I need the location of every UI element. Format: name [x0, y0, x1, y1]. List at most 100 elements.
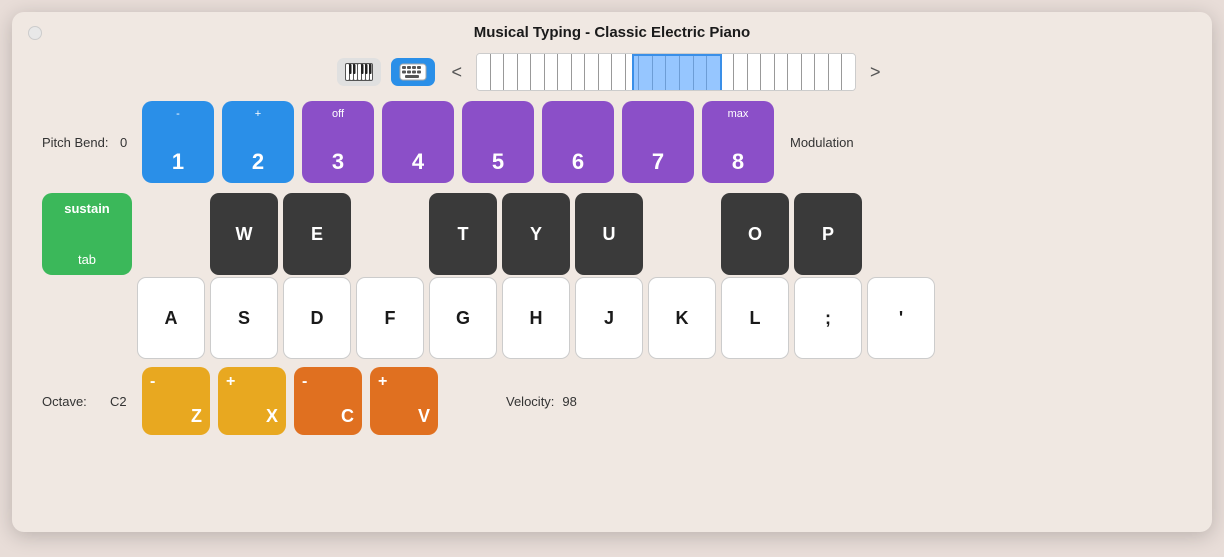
- spacer-f: [356, 193, 424, 275]
- key-e[interactable]: E: [283, 193, 351, 275]
- white-key: [490, 54, 504, 91]
- white-key: [733, 54, 747, 91]
- key-j[interactable]: J: [575, 277, 643, 359]
- octave-key-c[interactable]: - C: [294, 367, 362, 435]
- nav-right-button[interactable]: >: [864, 60, 887, 85]
- toolbar: <: [12, 49, 1212, 101]
- pitch-bend-key-6[interactable]: 6: [542, 101, 614, 183]
- pitch-key-1-bottom: 1: [172, 149, 184, 175]
- nav-left-button[interactable]: <: [445, 60, 468, 85]
- octave-key-x[interactable]: + X: [218, 367, 286, 435]
- white-key: [814, 54, 828, 91]
- oct-x-top: +: [226, 373, 235, 391]
- piano-nav: <: [445, 53, 886, 91]
- title-bar: Musical Typing - Classic Electric Piano: [12, 12, 1212, 49]
- octave-value: C2: [110, 394, 134, 409]
- main-content: Pitch Bend: 0 - 1 + 2 off 3 4: [12, 101, 1212, 435]
- velocity-section: Velocity: 98: [506, 394, 577, 409]
- white-keys-row: A S D F G H J K L ; ': [42, 277, 1182, 359]
- oct-x-bottom: X: [266, 406, 278, 427]
- key-apostrophe[interactable]: ': [867, 277, 935, 359]
- pitch-key-7-bottom: 7: [652, 149, 664, 175]
- white-key: [584, 54, 598, 91]
- pitch-bend-key-7[interactable]: 7: [622, 101, 694, 183]
- pitch-key-2-bottom: 2: [252, 149, 264, 175]
- spacer-quote: [867, 193, 935, 275]
- pitch-bend-label: Pitch Bend:: [42, 135, 112, 150]
- sustain-bottom-label: tab: [78, 252, 96, 267]
- pitch-bend-key-8[interactable]: max 8: [702, 101, 774, 183]
- black-keys-row: sustain tab W E T Y U O P: [42, 193, 1182, 275]
- oct-z-bottom: Z: [191, 406, 202, 427]
- pitch-key-8-bottom: 8: [732, 149, 744, 175]
- key-f[interactable]: F: [356, 277, 424, 359]
- octave-label: Octave:: [42, 394, 102, 409]
- piano-highlight: [632, 54, 722, 91]
- pitch-key-6-bottom: 6: [572, 149, 584, 175]
- white-key: [760, 54, 774, 91]
- key-w[interactable]: W: [210, 193, 278, 275]
- key-o[interactable]: O: [721, 193, 789, 275]
- white-key: [747, 54, 761, 91]
- traffic-light[interactable]: [28, 26, 42, 40]
- white-key: [530, 54, 544, 91]
- keyboard-icon: [399, 63, 427, 81]
- octave-key-z[interactable]: - Z: [142, 367, 210, 435]
- white-key: [611, 54, 625, 91]
- key-a[interactable]: A: [137, 277, 205, 359]
- white-key: [774, 54, 788, 91]
- pitch-bend-key-5[interactable]: 5: [462, 101, 534, 183]
- piano-view-button[interactable]: [337, 58, 381, 86]
- key-h[interactable]: H: [502, 277, 570, 359]
- white-key: [544, 54, 558, 91]
- pitch-key-5-bottom: 5: [492, 149, 504, 175]
- white-key: [517, 54, 531, 91]
- velocity-label: Velocity:: [506, 394, 554, 409]
- white-key: [787, 54, 801, 91]
- key-d[interactable]: D: [283, 277, 351, 359]
- keyboard-view-button[interactable]: [391, 58, 435, 86]
- pitch-key-4-bottom: 4: [412, 149, 424, 175]
- octave-row: Octave: C2 - Z + X - C + V: [42, 367, 1182, 435]
- white-key: [571, 54, 585, 91]
- oct-z-top: -: [150, 373, 155, 391]
- white-key: [828, 54, 842, 91]
- key-l[interactable]: L: [721, 277, 789, 359]
- pitch-bend-key-2[interactable]: + 2: [222, 101, 294, 183]
- pitch-bend-key-1[interactable]: - 1: [142, 101, 214, 183]
- key-k[interactable]: K: [648, 277, 716, 359]
- pitch-key-2-top: +: [222, 108, 294, 120]
- pitch-bend-row: Pitch Bend: 0 - 1 + 2 off 3 4: [42, 101, 1182, 183]
- pitch-key-8-top: max: [702, 108, 774, 120]
- pitch-bend-value: 0: [120, 135, 134, 150]
- oct-c-top: -: [302, 373, 307, 391]
- oct-c-bottom: C: [341, 406, 354, 427]
- piano-strip: [476, 53, 856, 91]
- key-y[interactable]: Y: [502, 193, 570, 275]
- white-key: [598, 54, 612, 91]
- spacer-a: [137, 193, 205, 275]
- key-t[interactable]: T: [429, 193, 497, 275]
- velocity-value: 98: [562, 394, 576, 409]
- key-semicolon[interactable]: ;: [794, 277, 862, 359]
- modulation-label: Modulation: [790, 135, 854, 150]
- window-title: Musical Typing - Classic Electric Piano: [474, 24, 750, 41]
- key-u[interactable]: U: [575, 193, 643, 275]
- white-key: [557, 54, 571, 91]
- oct-v-bottom: V: [418, 406, 430, 427]
- pitch-key-1-top: -: [142, 108, 214, 120]
- sustain-top-label: sustain: [64, 201, 110, 216]
- white-key: [841, 54, 855, 91]
- pitch-key-3-bottom: 3: [332, 149, 344, 175]
- key-g[interactable]: G: [429, 277, 497, 359]
- white-key: [503, 54, 517, 91]
- octave-key-v[interactable]: + V: [370, 367, 438, 435]
- white-key: [477, 54, 490, 91]
- sustain-button[interactable]: sustain tab: [42, 193, 132, 275]
- pitch-bend-key-3[interactable]: off 3: [302, 101, 374, 183]
- key-p[interactable]: P: [794, 193, 862, 275]
- oct-v-top: +: [378, 373, 387, 391]
- white-key: [801, 54, 815, 91]
- key-s[interactable]: S: [210, 277, 278, 359]
- pitch-bend-key-4[interactable]: 4: [382, 101, 454, 183]
